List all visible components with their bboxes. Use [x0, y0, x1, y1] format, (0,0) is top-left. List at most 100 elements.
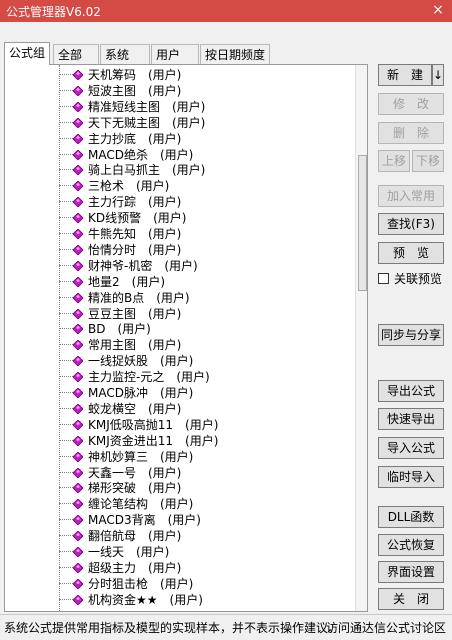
- tree-guide-line: [59, 65, 60, 611]
- tree-item-label: 天鑫一号 (用户): [88, 465, 182, 480]
- formula-icon: [73, 133, 83, 144]
- formula-icon: [73, 372, 83, 383]
- tree-connector: [59, 503, 73, 505]
- tab-by-date[interactable]: 按日期频度: [200, 44, 270, 64]
- tree-item-label: 超级主力 (用户): [88, 560, 182, 575]
- tree-item-label: 梯形突破 (用户): [88, 481, 182, 496]
- tree-connector: [59, 487, 73, 489]
- tree-connector: [59, 217, 73, 219]
- tree-connector: [59, 89, 73, 91]
- tree-connector: [59, 121, 73, 123]
- delete-button[interactable]: 删 除: [378, 122, 444, 144]
- formula-icon: [73, 594, 83, 605]
- tree-item-label: 三枪术 (用户): [88, 179, 170, 194]
- add-common-button[interactable]: 加入常用: [378, 185, 444, 207]
- tree-item-label: 常用主图 (用户): [88, 338, 182, 353]
- tab-all[interactable]: 全部: [53, 44, 99, 64]
- tree-item-label: 缠论笔结构 (用户): [88, 497, 194, 512]
- close-icon[interactable]: ×: [430, 2, 446, 18]
- tree-connector: [59, 105, 73, 107]
- formula-icon: [73, 435, 83, 446]
- tree-item-label: 天机筹码 (用户): [88, 68, 182, 82]
- tree-connector: [59, 582, 73, 584]
- preview-button[interactable]: 预 览: [378, 242, 444, 264]
- tree-connector: [59, 535, 73, 537]
- tree-connector: [59, 407, 73, 409]
- formula-icon: [73, 165, 83, 176]
- quick-export-button[interactable]: 快速导出: [378, 408, 444, 430]
- tree-item-label: 一线捉妖股 (用户): [88, 354, 194, 369]
- tree-connector: [59, 360, 73, 362]
- temp-import-button[interactable]: 临时导入: [378, 466, 444, 488]
- tree-connector: [59, 439, 73, 441]
- formula-icon: [73, 403, 83, 414]
- tree-connector: [59, 312, 73, 314]
- tree-item-label: 主力监控-元之 (用户): [88, 370, 210, 385]
- formula-icon: [73, 483, 83, 494]
- export-button[interactable]: 导出公式: [378, 380, 444, 402]
- find-button[interactable]: 查找(F3): [378, 213, 444, 235]
- tree-connector: [59, 280, 73, 282]
- tree-item-label: 机构资金★★ (用户): [88, 592, 203, 607]
- tree-item-label: 天下无贼主图 (用户): [88, 115, 206, 130]
- window-title: 公式管理器V6.02: [6, 5, 101, 19]
- scrollbar-thumb[interactable]: [358, 155, 367, 291]
- formula-icon: [73, 101, 83, 112]
- formula-icon: [73, 213, 83, 224]
- close-button[interactable]: 关 闭: [378, 588, 444, 610]
- forum-link[interactable]: 访问通达信公式讨论区: [326, 619, 446, 636]
- tree-connector: [59, 455, 73, 457]
- tree-item-label: 地量2 (用户): [88, 274, 165, 289]
- formula-icon: [73, 547, 83, 557]
- move-up-button[interactable]: 上移: [378, 150, 410, 172]
- tree-scrollbar[interactable]: [355, 65, 367, 611]
- import-button[interactable]: 导入公式: [378, 437, 444, 459]
- tree-item-label: 牛熊先知 (用户): [88, 227, 182, 241]
- tab-system[interactable]: 系统: [100, 44, 150, 64]
- tree-item-label: 分时狙击枪 (用户): [88, 576, 194, 591]
- tree-item-label: 主力行踪 (用户): [88, 195, 182, 210]
- formula-icon: [73, 229, 83, 239]
- tree-item-label: MACD脉冲 (用户): [88, 386, 194, 400]
- formula-tree[interactable]: 天机筹码 (用户) 短波主图 (用户) 精准短线主图 (用户) 天下无贼主图 (用户)…: [4, 64, 368, 612]
- tree-connector: [59, 248, 73, 250]
- formula-icon: [73, 149, 83, 160]
- formula-icon: [73, 388, 83, 398]
- status-bar: 系统公式提供常用指标及模型的实现样本，并不表示操作建议。 访问通达信公式讨论区: [0, 614, 452, 640]
- status-message: 系统公式提供常用指标及模型的实现样本，并不表示操作建议。: [4, 621, 341, 635]
- tree-connector: [59, 153, 73, 155]
- tree-item-label: 怡情分时 (用户): [88, 242, 182, 257]
- tree-connector: [59, 471, 73, 473]
- formula-icon: [73, 308, 83, 319]
- formula-icon: [73, 340, 83, 351]
- formula-icon: [73, 85, 83, 96]
- formula-icon: [73, 499, 83, 510]
- tree-connector: [59, 169, 73, 171]
- move-down-button[interactable]: 下移: [412, 150, 444, 172]
- restore-button[interactable]: 公式恢复: [378, 534, 444, 556]
- tree-item-label: KD线预警 (用户): [88, 211, 187, 226]
- tree-item-label: KMJ低吸高抛11 (用户): [88, 417, 219, 432]
- tree-item-label: 神机妙算三 (用户): [88, 449, 194, 464]
- tab-user[interactable]: 用户: [151, 44, 199, 64]
- tab-formula-group[interactable]: 公式组: [4, 42, 51, 65]
- tree-item-label: MACD绝杀 (用户): [88, 147, 194, 162]
- formula-icon: [73, 562, 83, 573]
- linked-preview-label: 关联预览: [394, 272, 443, 286]
- formula-icon: [73, 515, 83, 526]
- tree-item-label: 主力抄底 (用户): [88, 131, 182, 146]
- sync-share-button[interactable]: 同步与分享: [378, 324, 444, 346]
- ui-settings-button[interactable]: 界面设置: [378, 561, 444, 583]
- new-dropdown-button[interactable]: ↓: [432, 64, 444, 86]
- tree-connector: [59, 264, 73, 266]
- tree-connector: [59, 74, 73, 75]
- formula-icon: [73, 70, 83, 80]
- new-button[interactable]: 新 建: [378, 64, 432, 86]
- dll-functions-button[interactable]: DLL函数: [378, 506, 444, 528]
- modify-button[interactable]: 修 改: [378, 93, 444, 115]
- tree-item-label: 蛟龙横空 (用户): [88, 401, 182, 416]
- tree-item-label: MACD3背离 (用户): [88, 513, 201, 528]
- checkbox-box[interactable]: [378, 273, 389, 284]
- formula-icon: [73, 324, 83, 335]
- tree-connector: [59, 519, 73, 521]
